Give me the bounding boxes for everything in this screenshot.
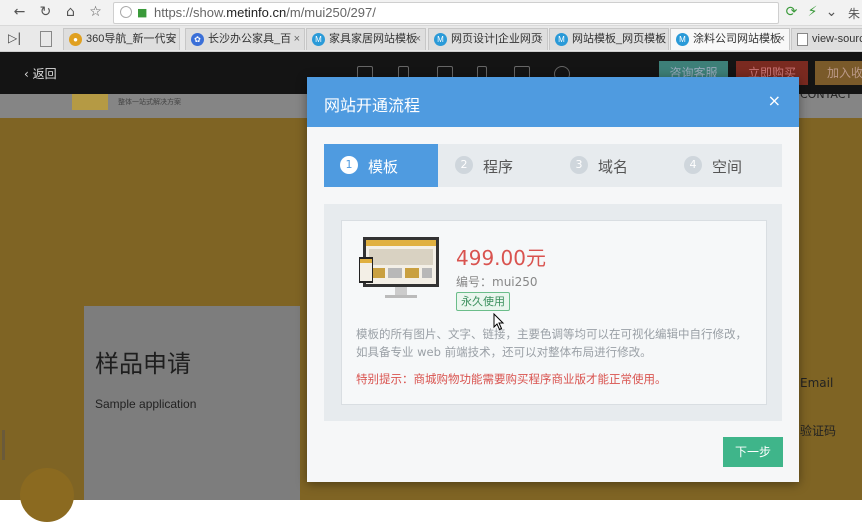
- chevron-left-icon: ‹: [24, 67, 33, 81]
- lightning-icon[interactable]: ⚡: [803, 3, 822, 22]
- step-hosting[interactable]: 4 空间: [668, 144, 782, 187]
- side-indicator: [2, 430, 5, 460]
- tab-close-icon[interactable]: ×: [779, 29, 785, 50]
- tab-close-icon[interactable]: ×: [294, 29, 300, 50]
- site-logo: [72, 94, 108, 110]
- captcha-field[interactable]: 验证码: [800, 422, 836, 439]
- tab-favicon-icon: M: [312, 33, 325, 46]
- template-code: 编号：mui250: [456, 275, 538, 289]
- tab-favicon-icon: ✿: [191, 33, 204, 46]
- lock-icon: ■: [137, 6, 148, 19]
- step-panel: 499.00元 编号：mui250 永久使用 模板的所有图片、文字、链接，主要色…: [324, 204, 782, 421]
- home-icon[interactable]: ⌂: [61, 3, 80, 22]
- tab-close-icon[interactable]: ×: [658, 29, 664, 50]
- chevron-down-icon[interactable]: ⌄: [822, 3, 841, 22]
- refresh-green-icon[interactable]: ⟳: [782, 3, 801, 22]
- step-template[interactable]: 1 模板: [324, 144, 438, 187]
- tab-favicon-icon: M: [555, 33, 568, 46]
- user-label[interactable]: 朱: [848, 5, 860, 22]
- sample-subtitle: Sample application: [95, 397, 197, 411]
- template-description: 模板的所有图片、文字、链接，主要色调等均可以在可视化编辑中自行修改，如具备专业 …: [356, 327, 747, 359]
- browser-tab[interactable]: view-sourc: [791, 28, 862, 50]
- tab-bar: ▷| ● 360导航_新一代安 × ✿ 长沙办公家具_百 × M 家具家居网站模板 × M网…: [0, 26, 862, 52]
- star-icon[interactable]: ☆: [86, 3, 105, 22]
- browser-tab[interactable]: ✿ 长沙办公家具_百 ×: [185, 28, 305, 50]
- template-price: 499.00元: [456, 246, 546, 270]
- reload-icon[interactable]: ↻: [36, 3, 55, 22]
- browser-tab[interactable]: M 家具家居网站模板 ×: [306, 28, 426, 50]
- tab-close-icon[interactable]: ×: [537, 29, 543, 50]
- browser-tab[interactable]: ● 360导航_新一代安 ×: [63, 28, 180, 50]
- share-icon[interactable]: [20, 468, 74, 522]
- email-field[interactable]: Email: [800, 376, 833, 390]
- back-arrow-icon[interactable]: ←: [10, 3, 29, 22]
- add-favorite-button[interactable]: 加入收: [815, 61, 862, 85]
- tab-favicon-icon: M: [434, 33, 447, 46]
- tab-favicon-icon: M: [676, 33, 689, 46]
- address-bar: ← ↻ ⌂ ☆ ■ https://show.metinfo.cn/m/mui2…: [0, 0, 862, 26]
- special-notice: 特别提示：商城购物功能需要购买程序商业版才能正常使用。: [356, 372, 667, 386]
- tab-close-icon[interactable]: ×: [415, 29, 421, 50]
- tab-page-icon: [797, 33, 808, 46]
- modal-title: 网站开通流程: [324, 96, 421, 115]
- site-setup-modal: 网站开通流程 × 1 模板 2 程序 3 域名 4 空间 499.00元 编号：…: [307, 77, 799, 482]
- mouse-cursor-icon: [493, 313, 505, 331]
- logo-tagline: 整体一站式解决方案: [118, 98, 181, 106]
- url-text: https://show.metinfo.cn/m/mui250/297/: [154, 5, 376, 20]
- step-tabs: 1 模板 2 程序 3 域名 4 空间: [324, 144, 782, 187]
- close-icon[interactable]: ×: [768, 91, 781, 110]
- step-domain[interactable]: 3 域名: [554, 144, 668, 187]
- sidebar-toggle-icon[interactable]: ▷|: [8, 31, 21, 45]
- back-link[interactable]: ‹ 返回: [24, 65, 57, 82]
- license-badge: 永久使用: [456, 292, 510, 311]
- sample-title: 样品申请: [95, 350, 191, 378]
- url-input[interactable]: ■ https://show.metinfo.cn/m/mui250/297/: [113, 2, 779, 24]
- site-info-icon[interactable]: [120, 6, 132, 18]
- template-card: 499.00元 编号：mui250 永久使用 模板的所有图片、文字、链接，主要色…: [341, 220, 767, 405]
- page-icon[interactable]: [40, 31, 52, 47]
- tab-favicon-icon: ●: [69, 33, 82, 46]
- browser-tab[interactable]: M 网站模板_网页模板 ×: [549, 28, 669, 50]
- browser-tab-active[interactable]: M 涂料公司网站模板 ×: [670, 28, 790, 50]
- tab-close-icon[interactable]: ×: [169, 29, 175, 50]
- next-step-button[interactable]: 下一步: [723, 437, 783, 467]
- modal-header: 网站开通流程 ×: [307, 77, 799, 127]
- template-thumbnail: [359, 237, 439, 298]
- step-program[interactable]: 2 程序: [439, 144, 553, 187]
- browser-tab[interactable]: M 网页设计|企业网页 ×: [428, 28, 548, 50]
